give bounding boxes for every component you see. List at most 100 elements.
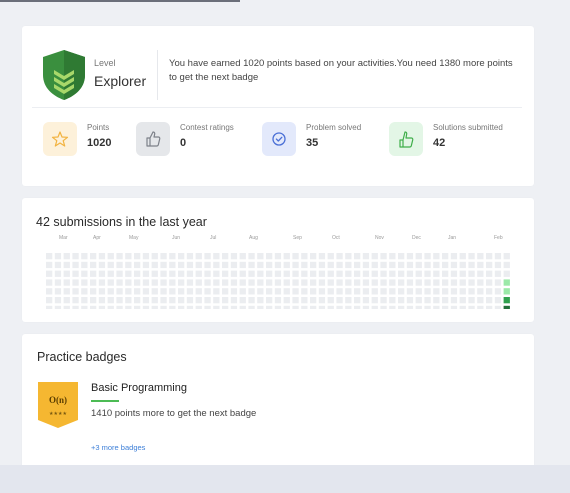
heatmap-cell [424, 261, 431, 269]
month-label: Feb [494, 235, 503, 241]
heatmap-cell [257, 305, 264, 309]
heatmap-cell [442, 297, 449, 304]
heatmap-cell [433, 253, 440, 260]
heatmap-cell [415, 288, 422, 295]
heatmap-cell [107, 297, 114, 304]
heatmap-cell [310, 270, 317, 277]
heatmap-cell [151, 253, 158, 260]
heatmap-cell [266, 297, 273, 304]
heatmap-cell [371, 305, 378, 309]
heatmap-cell [125, 279, 132, 286]
heatmap-cell [389, 279, 396, 286]
heatmap-cell [503, 305, 510, 309]
heatmap-cell [274, 270, 282, 277]
basic-programming-badge-icon[interactable]: O(n) ★★★★ [38, 382, 78, 428]
heatmap-cell [186, 288, 194, 295]
heatmap-cell [494, 253, 502, 260]
thumbs-up-icon [136, 122, 170, 156]
heatmap-cell [336, 253, 343, 260]
heatmap-cell [345, 253, 352, 260]
heatmap-cell [46, 253, 53, 260]
heatmap-cell [415, 297, 422, 304]
heatmap-cell [160, 270, 167, 277]
heatmap-cell [178, 261, 185, 269]
heatmap-cell [81, 305, 88, 309]
heatmap-cell [283, 270, 290, 277]
heatmap-cell [266, 261, 273, 269]
heatmap-cell [90, 305, 97, 309]
heatmap-cell [98, 305, 106, 309]
heatmap-cell [318, 297, 326, 304]
heatmap-cell [274, 297, 282, 304]
heatmap-cell [283, 288, 290, 295]
heatmap-cell [116, 261, 123, 269]
heatmap-cell [248, 288, 255, 295]
more-badges-link[interactable]: +3 more badges [91, 443, 145, 452]
heatmap-cell [301, 270, 308, 277]
heatmap-cell [239, 297, 246, 304]
heatmap-cell [125, 305, 132, 309]
heatmap-cell [213, 270, 220, 277]
heatmap-cell [424, 253, 431, 260]
heatmap-cell [398, 270, 405, 277]
heatmap-cell [107, 305, 114, 309]
heatmap-cell [266, 305, 273, 309]
heatmap-cell [63, 288, 70, 295]
heatmap-cell [257, 253, 264, 260]
heatmap-cell [257, 288, 264, 295]
heatmap-cell [371, 261, 378, 269]
heatmap-cell [248, 270, 255, 277]
heatmap-cell [81, 279, 88, 286]
heatmap-cell [230, 305, 238, 309]
stat-value: 42 [433, 137, 446, 149]
heatmap-cell [248, 253, 255, 260]
month-label: Sep [293, 235, 302, 241]
heatmap-cell [54, 270, 62, 277]
heatmap-cell [90, 279, 97, 286]
heatmap-cell [160, 288, 167, 295]
heatmap-cell [186, 253, 194, 260]
heatmap-cell [450, 297, 458, 304]
heatmap-cell [160, 279, 167, 286]
heatmap-cell [424, 279, 431, 286]
heatmap-cell [318, 305, 326, 309]
heatmap-cell [345, 270, 352, 277]
heatmap-cell [204, 297, 211, 304]
heatmap-cell [63, 297, 70, 304]
heatmap-cell [292, 270, 299, 277]
heatmap-cell [486, 279, 493, 286]
heatmap-cell [178, 253, 185, 260]
heatmap-cell [46, 288, 53, 295]
heatmap-cell [345, 305, 352, 309]
stat-label: Contest ratings [180, 123, 234, 132]
heatmap-cell [503, 279, 510, 286]
heatmap-cell [257, 279, 264, 286]
heatmap-cell [380, 288, 387, 295]
badge-icon-text: O(n) [49, 395, 67, 405]
heatmap-cell [301, 279, 308, 286]
heatmap-cell [433, 261, 440, 269]
heatmap-cell [310, 305, 317, 309]
heatmap-cell [230, 279, 238, 286]
month-label: Dec [412, 235, 421, 241]
heatmap-cell [160, 305, 167, 309]
heatmap-cell [169, 297, 176, 304]
heatmap-cell [442, 270, 449, 277]
heatmap-cell [292, 288, 299, 295]
heatmap-cell [134, 305, 141, 309]
heatmap-cell [371, 270, 378, 277]
month-label: Jul [210, 235, 217, 241]
heatmap-cell [195, 279, 202, 286]
heatmap-cell [380, 270, 387, 277]
heatmap-cell [398, 288, 405, 295]
badge-name[interactable]: Basic Programming [91, 382, 187, 394]
heatmap-cell [248, 261, 255, 269]
heatmap-cell [301, 305, 308, 309]
heatmap-cell [195, 305, 202, 309]
heatmap-cell [169, 279, 176, 286]
heatmap-cell [248, 279, 255, 286]
heatmap-cell [494, 261, 502, 269]
heatmap-cell [424, 297, 431, 304]
heatmap-cell [239, 261, 246, 269]
heatmap-cell [442, 253, 449, 260]
